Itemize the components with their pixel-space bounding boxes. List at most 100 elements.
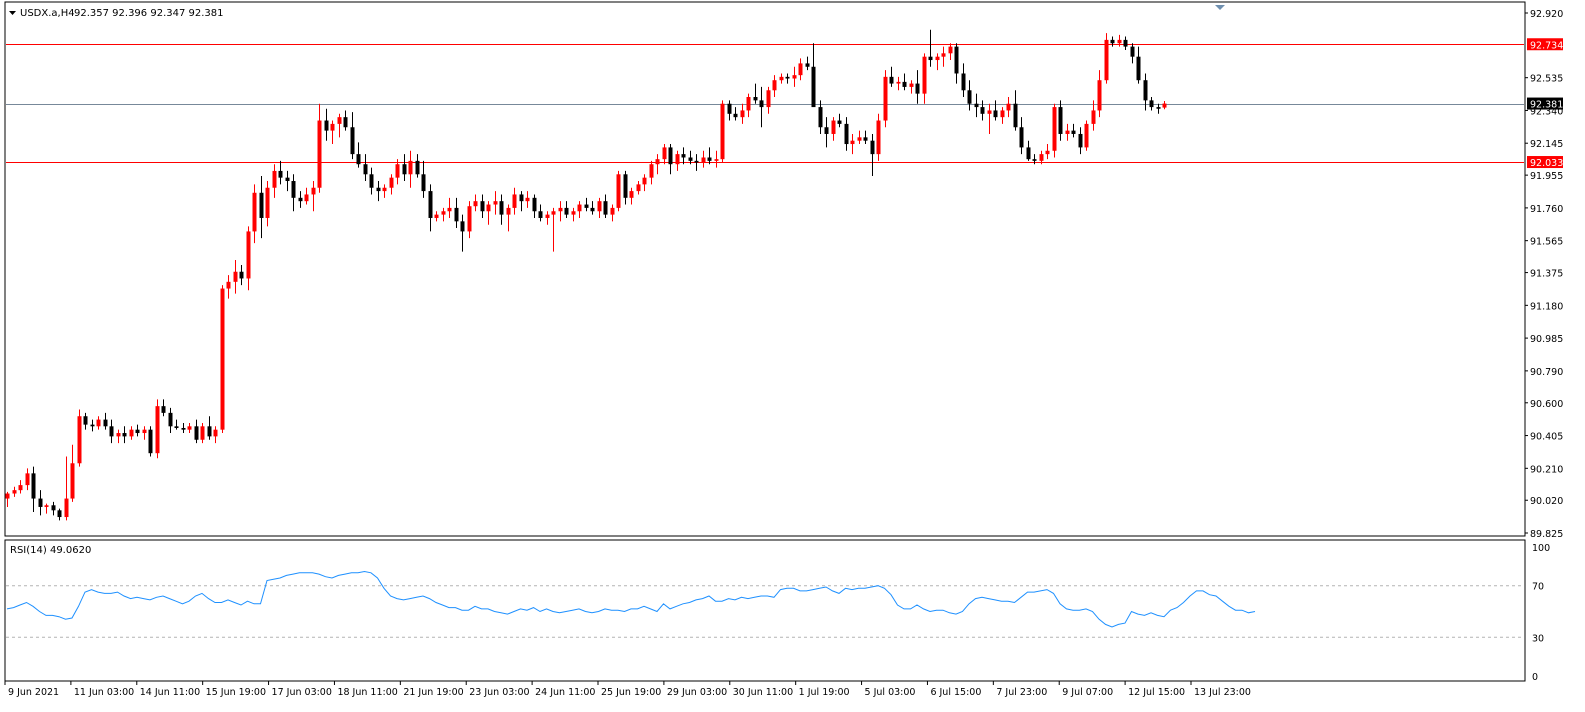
candle-body [844,123,849,145]
candle-body [610,207,615,215]
candle-body [954,46,959,74]
price-axis: 92.92092.73492.53592.38192.34092.14592.0… [1525,9,1563,540]
candle-body [831,120,836,134]
time-tick-label: 6 Jul 15:00 [930,687,981,698]
candle-body [31,473,36,499]
candle-body [883,76,888,121]
candle-body [1039,154,1044,161]
candle-body [714,159,719,161]
candle-body [1065,130,1070,134]
candle-body [1091,110,1096,124]
candle-body [1045,150,1050,155]
candle-body [473,201,478,207]
candle-body [1019,127,1024,148]
candle-body [584,204,589,208]
candle-body [382,187,387,192]
candle [883,70,888,128]
time-axis: 9 Jun 2021 11 Jun 03:00 14 Jun 11:00 15 Jun… [4,681,1251,698]
candle [77,409,82,467]
candle-body [811,66,816,108]
candle-body [779,76,784,81]
candle-body [824,127,829,134]
candle-body [25,473,30,486]
candle-body [142,429,147,434]
candle-body [681,154,686,158]
candle-body [694,160,699,163]
candle-body [408,160,413,175]
candle-body [1026,147,1031,160]
candle-body [220,288,225,430]
candle-body [44,505,49,507]
time-tick-label: 30 Jun 11:00 [733,687,793,698]
candle-body [168,412,173,427]
candle-body [902,81,907,87]
rsi-tick-label: 0 [1532,672,1538,683]
candle-body [148,429,153,454]
time-tick-label: 15 Jun 19:00 [206,687,266,698]
candle-body [233,271,238,282]
price-tag-label: 92.033 [1530,158,1563,169]
candle [1104,33,1109,84]
candle-body [324,120,329,131]
candle [876,113,881,161]
time-tick-label: 11 Jun 03:00 [74,687,134,698]
price-tick-label: 92.340 [1530,106,1563,117]
candle-body [311,187,316,195]
candle-body [792,75,797,79]
candle-body [1149,100,1154,108]
candle-body [1058,107,1063,134]
candle-body [629,191,634,198]
candle-body [415,160,420,175]
candle-body [1000,110,1005,118]
candle-body [96,419,101,427]
candle-body [837,120,842,124]
rsi-tick-label: 70 [1532,582,1544,593]
rsi-tick-label: 30 [1532,633,1544,644]
candle-body [798,63,803,76]
candle-body [317,120,322,188]
candle-body [987,110,992,114]
chart-window[interactable]: 92.92092.73492.53592.38192.34092.14592.0… [0,0,1585,712]
candle-body [226,281,231,289]
candle-body [850,140,855,145]
candle-body [876,120,881,155]
price-tick-label: 91.760 [1530,204,1563,215]
time-tick-label: 24 Jun 11:00 [535,687,595,698]
candle [1052,103,1057,158]
candle-body [915,83,920,94]
time-tick-label: 9 Jul 07:00 [1062,687,1113,698]
chart-ohlc: 92.357 92.396 92.347 92.381 [74,8,224,19]
candle-body [740,110,745,118]
candle-body [1156,107,1161,109]
candle-body [83,416,88,425]
candle-body [577,204,582,212]
candle-body [857,137,862,141]
candle-body [70,463,75,499]
time-tick-label: 5 Jul 03:00 [865,687,916,698]
candle-body [1071,130,1076,134]
candle-body [181,427,186,430]
candle-body [974,103,979,108]
candle-body [668,147,673,165]
time-tick-label: 9 Jun 2021 [8,687,59,698]
price-tick-label: 92.145 [1530,139,1563,150]
candle-body [805,63,810,67]
candle-body [558,207,563,212]
candle-body [720,103,725,160]
candle-body [389,177,394,188]
price-tick-label: 91.565 [1530,237,1563,248]
candle [220,285,225,434]
price-tick-label: 90.020 [1530,496,1563,507]
candle-body [161,406,166,413]
candle [148,426,153,457]
candle-body [265,187,270,218]
candle-body [434,214,439,218]
candle-body [395,164,400,178]
candle-body [753,97,758,101]
candle [720,100,725,163]
candle-body [1032,159,1037,161]
candle-body [278,170,283,178]
candle-body [246,231,251,279]
price-tick-label: 92.535 [1530,74,1563,85]
candle-body [187,426,192,430]
